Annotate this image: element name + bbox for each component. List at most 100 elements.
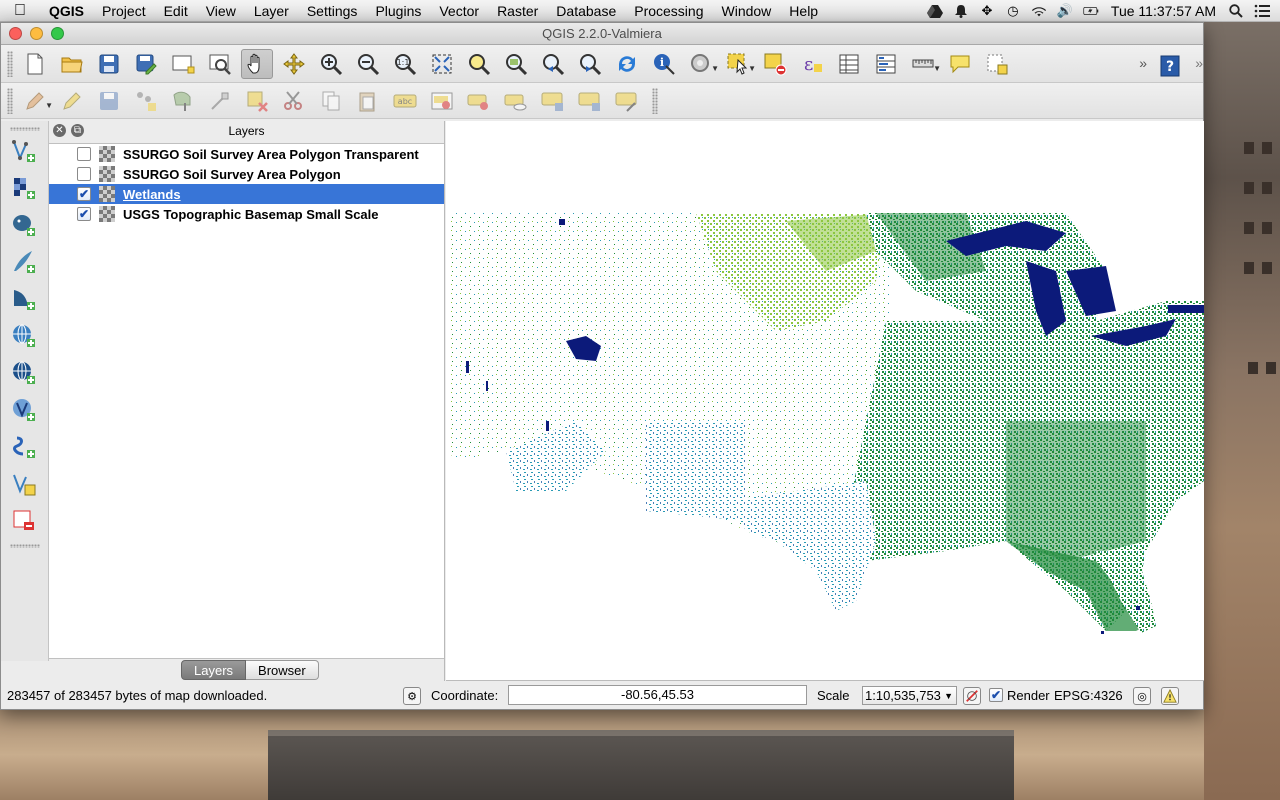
toggle-editing-icon[interactable] — [56, 86, 88, 116]
add-wcs-layer-icon[interactable] — [7, 356, 41, 390]
render-checkbox[interactable]: ✔ — [989, 688, 1003, 702]
minimize-window-button[interactable] — [30, 27, 43, 40]
battery-icon[interactable] — [1083, 4, 1099, 18]
label-edit-icon[interactable] — [611, 86, 643, 116]
add-wms-layer-icon[interactable] — [7, 319, 41, 353]
add-feature-icon[interactable] — [130, 86, 162, 116]
new-vector-layer-icon[interactable] — [7, 467, 41, 501]
menu-plugins[interactable]: Plugins — [366, 3, 430, 19]
layer-row-usgs-topo[interactable]: ✔ USGS Topographic Basemap Small Scale — [49, 204, 444, 224]
time-machine-icon[interactable]: ◷ — [1005, 3, 1021, 18]
wifi-icon[interactable] — [1031, 4, 1047, 18]
menu-database[interactable]: Database — [547, 3, 625, 19]
toolbar-overflow-2-icon[interactable]: » — [1195, 55, 1203, 71]
move-icon[interactable]: ✥ — [979, 3, 995, 18]
menu-raster[interactable]: Raster — [488, 3, 547, 19]
menu-layer[interactable]: Layer — [245, 3, 298, 19]
add-spatialite-layer-icon[interactable] — [7, 245, 41, 279]
remove-layer-icon[interactable] — [7, 504, 41, 538]
tab-layers[interactable]: Layers — [181, 660, 247, 680]
menu-help[interactable]: Help — [780, 3, 827, 19]
cut-features-icon[interactable] — [278, 86, 310, 116]
notification-center-icon[interactable] — [1254, 4, 1270, 18]
menu-vector[interactable]: Vector — [430, 3, 488, 19]
layer-visibility-checkbox[interactable]: ✔ — [77, 187, 91, 201]
measure-icon[interactable]: ▼ — [907, 49, 941, 79]
label-icon[interactable]: abc — [389, 86, 421, 116]
menu-project[interactable]: Project — [93, 3, 155, 19]
layer-visibility-checkbox[interactable] — [77, 147, 91, 161]
coordinate-field[interactable]: -80.56,45.53 — [508, 685, 807, 705]
label-change-icon[interactable] — [574, 86, 606, 116]
spotlight-search-icon[interactable] — [1228, 3, 1244, 18]
window-titlebar[interactable]: QGIS 2.2.0-Valmiera — [1, 23, 1203, 45]
menu-processing[interactable]: Processing — [625, 3, 712, 19]
coordinate-toggle-icon[interactable]: ⚙ — [403, 687, 421, 705]
scale-combobox[interactable]: 1:10,535,753 ▼ — [862, 686, 957, 705]
attribute-table-icon[interactable] — [833, 49, 865, 79]
copy-features-icon[interactable] — [315, 86, 347, 116]
apple-menu-icon[interactable]:  — [0, 2, 40, 20]
tab-browser[interactable]: Browser — [246, 660, 319, 680]
sidebar-grip[interactable] — [10, 127, 40, 131]
add-postgis-layer-icon[interactable] — [7, 208, 41, 242]
label-show-hide-icon[interactable] — [463, 86, 495, 116]
toolbar-overflow-icon[interactable]: » — [1139, 55, 1147, 71]
zoom-to-selection-icon[interactable] — [463, 49, 495, 79]
sidebar-bottom-grip[interactable] — [10, 544, 40, 548]
menu-edit[interactable]: Edit — [155, 3, 197, 19]
pan-to-selection-icon[interactable] — [278, 49, 310, 79]
save-layer-edits-icon[interactable] — [93, 86, 125, 116]
menu-settings[interactable]: Settings — [298, 3, 367, 19]
close-panel-icon[interactable]: ✕ — [53, 124, 66, 137]
add-mssql-layer-icon[interactable] — [7, 282, 41, 316]
paste-features-icon[interactable] — [352, 86, 384, 116]
layer-row-wetlands[interactable]: ✔ Wetlands — [49, 184, 444, 204]
menu-view[interactable]: View — [197, 3, 245, 19]
refresh-icon[interactable] — [611, 49, 643, 79]
label-pin-icon[interactable] — [426, 86, 458, 116]
toolbar2-handle[interactable] — [7, 87, 13, 114]
composer-manager-icon[interactable] — [204, 49, 236, 79]
save-project-icon[interactable] — [93, 49, 125, 79]
layer-row-ssurgo[interactable]: SSURGO Soil Survey Area Polygon — [49, 164, 444, 184]
select-features-icon[interactable]: ▼ — [722, 49, 756, 79]
float-panel-icon[interactable]: ⧉ — [71, 124, 84, 137]
current-edits-icon[interactable]: ▼ — [19, 86, 53, 116]
layer-row-ssurgo-transparent[interactable]: SSURGO Soil Survey Area Polygon Transpar… — [49, 144, 444, 164]
google-drive-icon[interactable] — [926, 4, 943, 18]
move-feature-icon[interactable] — [167, 86, 199, 116]
crs-status-label[interactable]: EPSG:4326 — [1054, 688, 1123, 703]
zoom-full-icon[interactable] — [426, 49, 458, 79]
menu-app-name[interactable]: QGIS — [40, 3, 93, 19]
pan-icon[interactable] — [241, 48, 273, 79]
menu-window[interactable]: Window — [713, 3, 781, 19]
toolbar2-end-handle[interactable] — [652, 87, 658, 114]
add-wfs-layer-icon[interactable] — [7, 393, 41, 427]
deselect-icon[interactable] — [759, 49, 791, 79]
save-as-icon[interactable] — [130, 49, 162, 79]
menu-clock[interactable]: Tue 11:37:57 AM — [1109, 3, 1218, 19]
message-log-warning-icon[interactable] — [1161, 687, 1179, 705]
zoom-actual-size-icon[interactable]: 1:1 — [389, 49, 421, 79]
add-delimited-text-layer-icon[interactable] — [7, 430, 41, 464]
zoom-to-layer-icon[interactable] — [500, 49, 532, 79]
volume-icon[interactable]: 🔊 — [1057, 3, 1073, 18]
zoom-window-button[interactable] — [51, 27, 64, 40]
zoom-next-icon[interactable] — [574, 49, 606, 79]
label-move-icon[interactable] — [500, 86, 532, 116]
delete-selected-icon[interactable] — [241, 86, 273, 116]
node-tool-icon[interactable] — [204, 86, 236, 116]
add-vector-layer-icon[interactable] — [7, 134, 41, 168]
help-icon[interactable]: ? — [1154, 51, 1186, 81]
toolbar-handle[interactable] — [7, 50, 13, 77]
close-window-button[interactable] — [9, 27, 22, 40]
layer-visibility-checkbox[interactable] — [77, 167, 91, 181]
identify-icon[interactable]: i — [648, 49, 680, 79]
add-raster-layer-icon[interactable] — [7, 171, 41, 205]
zoom-in-icon[interactable] — [315, 49, 347, 79]
open-project-icon[interactable] — [56, 49, 88, 79]
statistics-icon[interactable] — [870, 49, 902, 79]
action-icon[interactable]: ▼ — [685, 49, 719, 79]
crs-projection-icon[interactable]: ◎ — [1133, 687, 1151, 705]
